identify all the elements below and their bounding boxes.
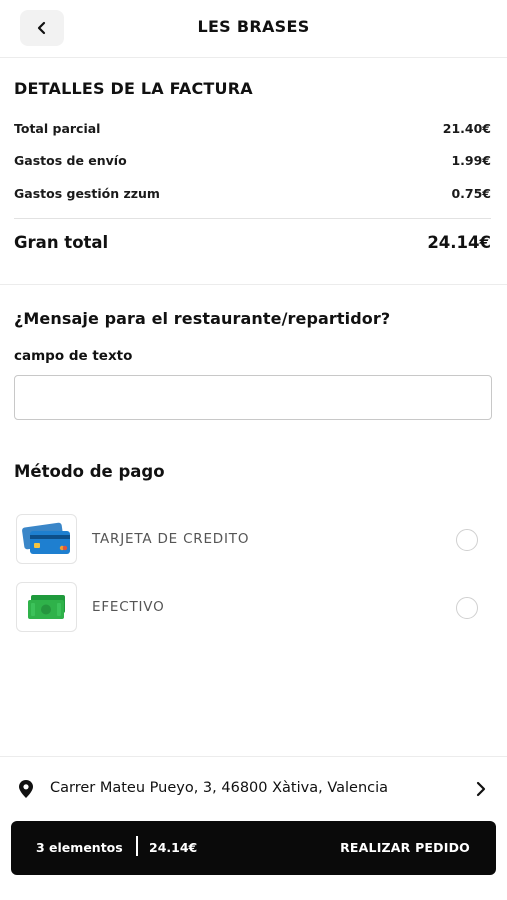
place-order-button[interactable]: 3 elementos 24.14€ REALIZAR PEDIDO — [11, 821, 496, 875]
delivery-address: Carrer Mateu Pueyo, 3, 46800 Xàtiva, Val… — [50, 780, 389, 796]
invoice-row-label: Gastos gestión zzum — [14, 186, 160, 201]
page-title: LES BRASES — [197, 17, 310, 36]
header: LES BRASES — [0, 0, 507, 58]
message-field-label: campo de texto — [14, 348, 133, 364]
chevron-right-icon — [476, 781, 486, 797]
payment-radio-card[interactable] — [456, 529, 478, 551]
invoice-row-label: Total parcial — [14, 121, 101, 136]
order-total: 24.14€ — [149, 840, 198, 855]
invoice-row-fees: Gastos gestión zzum 0.75€ — [14, 186, 491, 201]
payment-option-card[interactable]: TARJETA DE CREDITO — [16, 514, 494, 564]
payment-title: Método de pago — [14, 462, 165, 481]
divider — [14, 218, 491, 219]
message-title: ¿Mensaje para el restaurante/repartidor? — [14, 309, 391, 328]
invoice-row-value: 1.99€ — [451, 153, 491, 168]
place-order-label: REALIZAR PEDIDO — [340, 840, 470, 855]
invoice-row-subtotal: Total parcial 21.40€ — [14, 121, 491, 136]
payment-icon-box — [16, 514, 77, 564]
invoice-row-value: 0.75€ — [451, 186, 491, 201]
invoice-row-value: 21.40€ — [442, 121, 491, 136]
invoice-title: DETALLES DE LA FACTURA — [14, 79, 253, 98]
divider — [0, 284, 507, 285]
payment-option-label: EFECTIVO — [92, 599, 165, 615]
payment-radio-cash[interactable] — [456, 597, 478, 619]
credit-card-icon — [21, 522, 70, 554]
message-input[interactable] — [14, 375, 492, 420]
location-pin-icon — [19, 780, 33, 798]
divider — [0, 756, 507, 757]
payment-option-label: TARJETA DE CREDITO — [92, 531, 250, 547]
order-separator — [136, 836, 138, 856]
grand-total-row: Gran total 24.14€ — [14, 233, 491, 252]
invoice-row-label: Gastos de envío — [14, 153, 127, 168]
grand-total-label: Gran total — [14, 233, 109, 252]
order-item-count: 3 elementos — [36, 840, 123, 855]
payment-icon-box — [16, 582, 77, 632]
payment-option-cash[interactable]: EFECTIVO — [16, 582, 494, 632]
invoice-row-shipping: Gastos de envío 1.99€ — [14, 153, 491, 168]
grand-total-value: 24.14€ — [427, 233, 491, 252]
address-row[interactable]: Carrer Mateu Pueyo, 3, 46800 Xàtiva, Val… — [0, 772, 507, 806]
cash-icon — [27, 595, 65, 619]
